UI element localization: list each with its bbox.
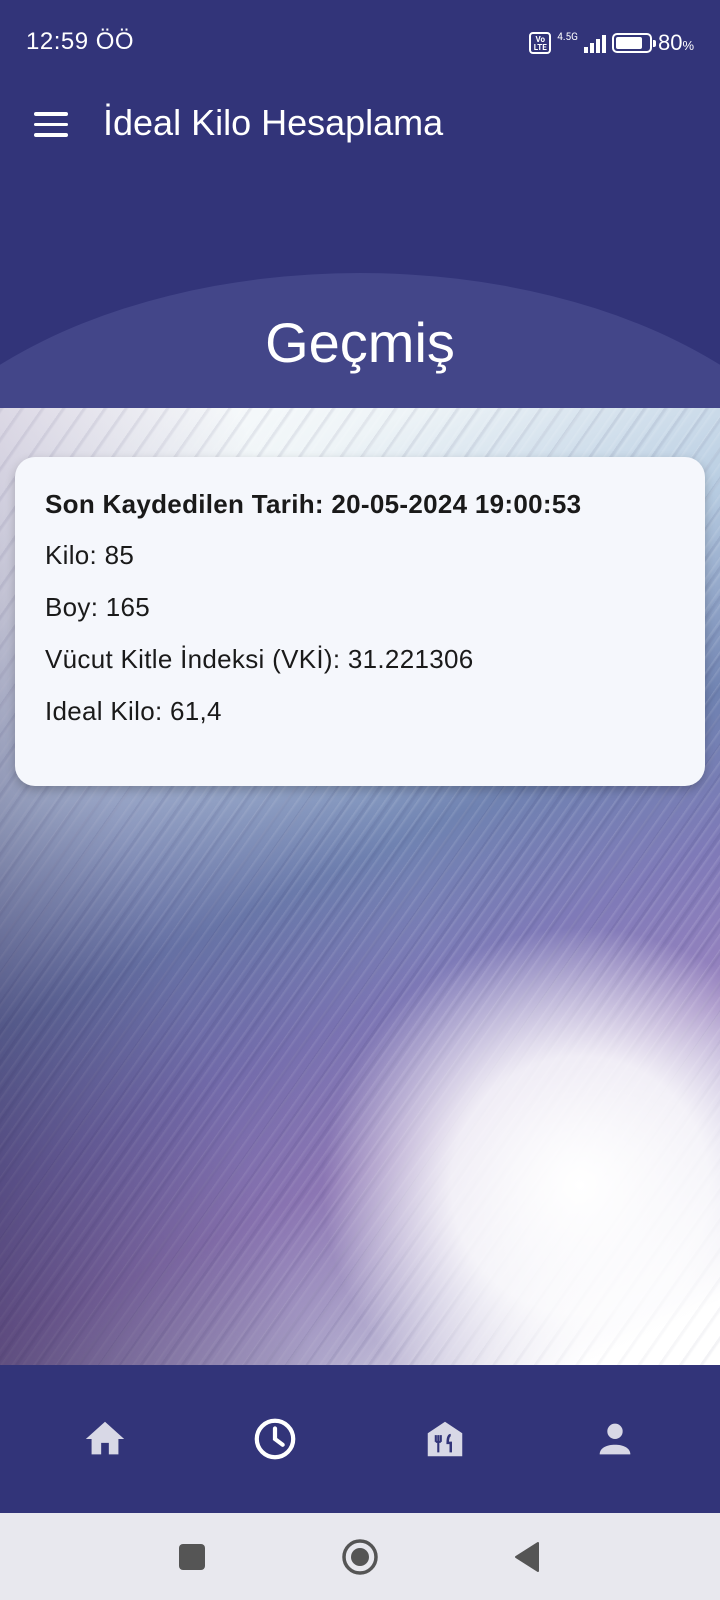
history-clock-icon — [254, 1418, 296, 1460]
recent-apps-button[interactable] — [152, 1513, 232, 1600]
nav-profile[interactable] — [570, 1394, 660, 1484]
battery-icon — [611, 33, 656, 53]
page-title: Geçmiş — [265, 311, 455, 374]
status-bar: 12:59 ÖÖ Vo LTE 4.5G 80% — [0, 0, 720, 88]
app-title: İdeal Kilo Hesaplama — [103, 102, 444, 143]
status-time: 12:59 ÖÖ — [26, 28, 135, 55]
record-weight: Kilo: 85 — [45, 540, 135, 570]
record-bmi: Vücut Kitle İndeksi (VKİ): 31.221306 — [45, 644, 474, 674]
bottom-navigation — [0, 1365, 720, 1513]
back-triangle-icon — [515, 1541, 539, 1572]
history-record-card: Son Kaydedilen Tarih: 20-05-2024 19:00:5… — [15, 457, 705, 786]
nav-restaurant[interactable] — [400, 1394, 490, 1484]
record-date: Son Kaydedilen Tarih: 20-05-2024 19:00:5… — [45, 489, 582, 519]
record-ideal-weight: Ideal Kilo: 61,4 — [45, 696, 222, 726]
square-icon — [179, 1543, 205, 1570]
status-icons: Vo LTE 4.5G 80% — [529, 28, 694, 58]
app-bar: İdeal Kilo Hesaplama Geçmiş — [0, 88, 720, 408]
person-icon — [599, 1423, 631, 1455]
home-icon — [85, 1421, 125, 1455]
signal-icon — [583, 33, 606, 53]
record-height: Boy: 165 — [45, 592, 151, 622]
network-type-label: 4.5G — [557, 31, 578, 43]
system-navigation-bar — [0, 1513, 720, 1600]
circle-home-icon — [342, 1538, 378, 1575]
battery-percent: 80% — [657, 30, 694, 55]
back-button[interactable] — [487, 1513, 567, 1600]
hamburger-menu-icon[interactable] — [34, 112, 68, 140]
nav-home[interactable] — [60, 1394, 150, 1484]
home-button[interactable] — [320, 1513, 400, 1600]
restaurant-icon — [427, 1421, 463, 1457]
volte-icon: Vo LTE — [529, 32, 552, 54]
nav-history[interactable] — [230, 1394, 320, 1484]
